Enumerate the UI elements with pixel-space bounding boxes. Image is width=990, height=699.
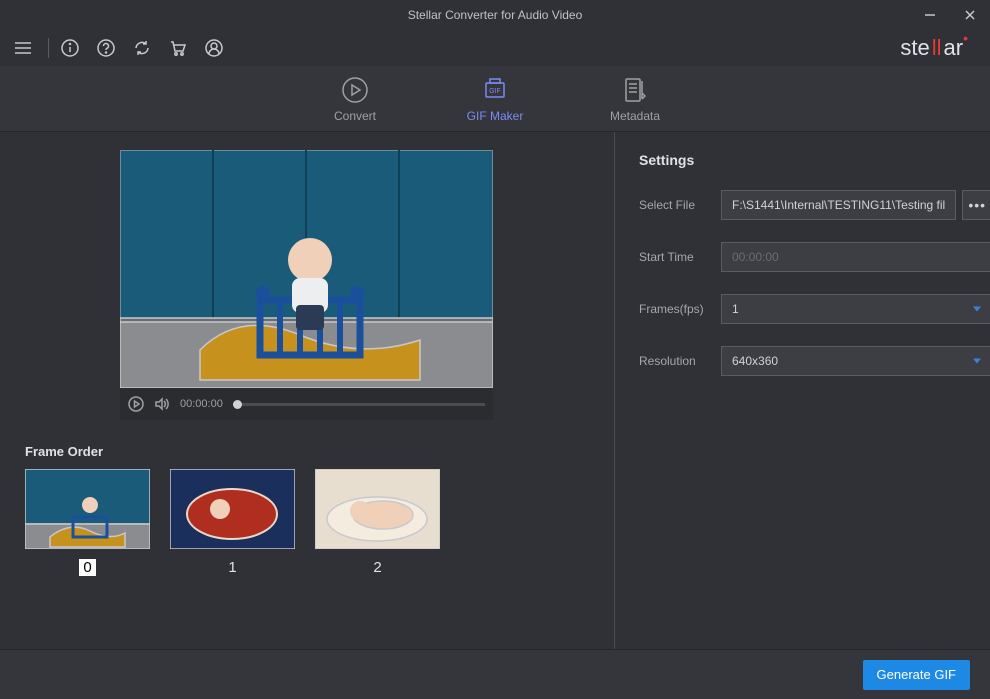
- frames-value: 1: [732, 302, 739, 316]
- frame-order-list: 0 1: [25, 469, 614, 576]
- brand-logo: stellar•: [900, 35, 980, 61]
- start-time-field[interactable]: 00:00:00: [721, 242, 990, 272]
- volume-icon[interactable]: [154, 396, 170, 412]
- svg-text:GIF: GIF: [489, 88, 501, 95]
- tab-convert[interactable]: Convert: [315, 75, 395, 123]
- toolbar: stellar•: [0, 30, 990, 66]
- preview-time: 00:00:00: [180, 398, 223, 410]
- logo-text-red: ll: [932, 35, 942, 61]
- logo-text-end: ar: [944, 35, 964, 61]
- start-time-value: 00:00:00: [732, 250, 779, 264]
- progress-bar[interactable]: [233, 403, 485, 406]
- preview-frame: [120, 150, 493, 388]
- user-icon[interactable]: [201, 35, 227, 61]
- footer: Generate GIF: [0, 649, 990, 699]
- frame-number[interactable]: 0: [79, 559, 95, 576]
- window-title: Stellar Converter for Audio Video: [408, 8, 583, 22]
- divider: [48, 38, 49, 58]
- titlebar: Stellar Converter for Audio Video: [0, 0, 990, 30]
- frame-item[interactable]: 1: [170, 469, 295, 576]
- settings-panel: Settings Select File F:\S1441\Internal\T…: [615, 132, 990, 649]
- tab-label: Convert: [334, 109, 376, 123]
- tab-label: Metadata: [610, 109, 660, 123]
- frame-number[interactable]: 2: [373, 559, 381, 576]
- frame-thumbnail: [170, 469, 295, 549]
- select-file-value: F:\S1441\Internal\TESTING11\Testing fil: [732, 198, 945, 212]
- browse-file-button[interactable]: •••: [962, 190, 990, 220]
- resolution-dropdown[interactable]: 640x360: [721, 346, 990, 376]
- video-preview: 00:00:00: [120, 150, 493, 420]
- hamburger-menu-icon[interactable]: [10, 35, 36, 61]
- settings-title: Settings: [639, 152, 990, 168]
- start-time-label: Start Time: [639, 250, 721, 264]
- close-button[interactable]: [950, 0, 990, 30]
- frame-order-label: Frame Order: [25, 444, 614, 459]
- mode-tabs: Convert GIF GIF Maker Metadata: [0, 66, 990, 132]
- frame-number[interactable]: 1: [228, 559, 236, 576]
- logo-text: ste: [900, 35, 929, 61]
- progress-knob[interactable]: [233, 400, 242, 409]
- frame-item[interactable]: 0: [25, 469, 150, 576]
- frame-thumbnail: [315, 469, 440, 549]
- preview-controls: 00:00:00: [120, 388, 493, 420]
- resolution-label: Resolution: [639, 354, 721, 368]
- cart-icon[interactable]: [165, 35, 191, 61]
- select-file-label: Select File: [639, 198, 721, 212]
- refresh-icon[interactable]: [129, 35, 155, 61]
- tab-gif-maker[interactable]: GIF GIF Maker: [455, 75, 535, 123]
- help-icon[interactable]: [93, 35, 119, 61]
- preview-panel: 00:00:00 Frame Order 0: [0, 132, 615, 649]
- select-file-field[interactable]: F:\S1441\Internal\TESTING11\Testing fil: [721, 190, 956, 220]
- frames-dropdown[interactable]: 1: [721, 294, 990, 324]
- generate-gif-button[interactable]: Generate GIF: [863, 660, 970, 690]
- chevron-down-icon: [973, 307, 981, 312]
- frame-thumbnail: [25, 469, 150, 549]
- info-icon[interactable]: [57, 35, 83, 61]
- frame-item[interactable]: 2: [315, 469, 440, 576]
- frames-label: Frames(fps): [639, 302, 721, 316]
- tab-label: GIF Maker: [467, 109, 524, 123]
- chevron-down-icon: [973, 359, 981, 364]
- play-icon[interactable]: [128, 396, 144, 412]
- resolution-value: 640x360: [732, 354, 778, 368]
- logo-dot: •: [963, 30, 968, 46]
- tab-metadata[interactable]: Metadata: [595, 75, 675, 123]
- minimize-button[interactable]: [910, 0, 950, 30]
